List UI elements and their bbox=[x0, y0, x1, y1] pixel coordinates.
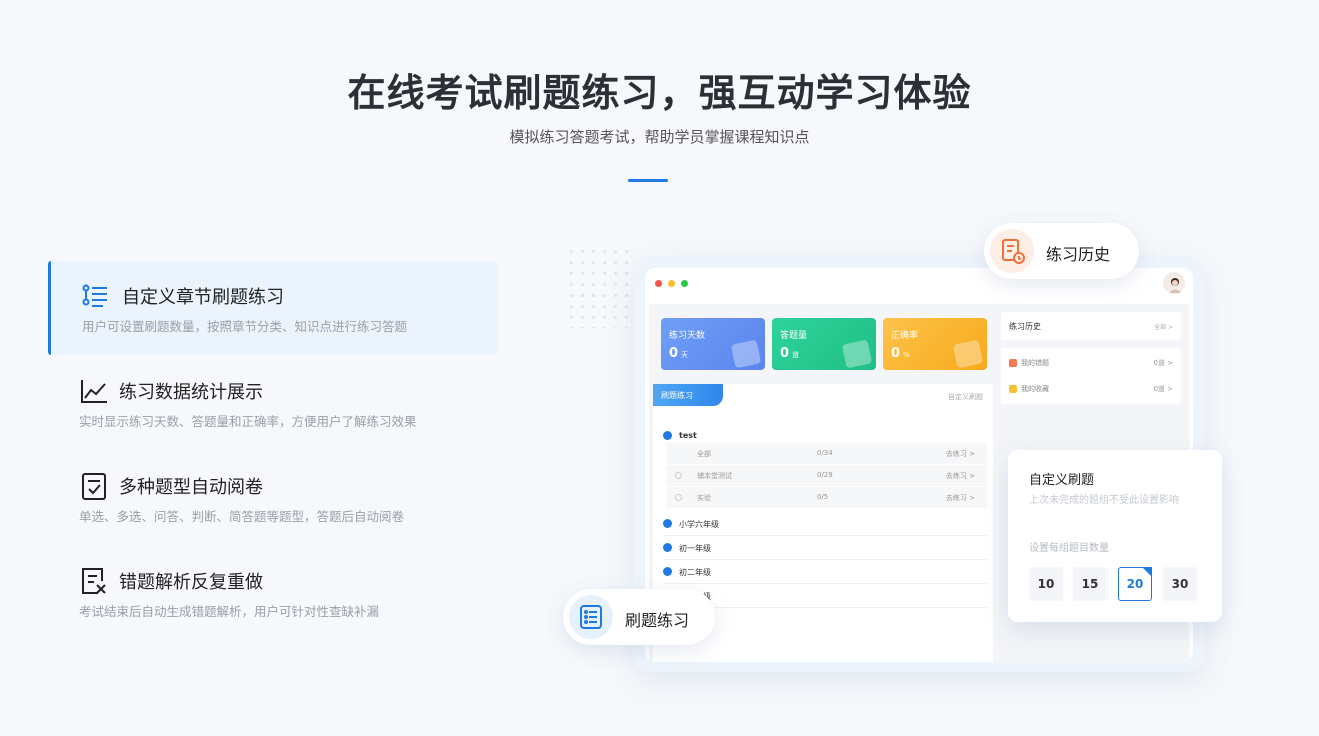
window-minimize-dot bbox=[668, 280, 675, 287]
window-maximize-dot bbox=[681, 280, 688, 287]
custom-practice-popup: 自定义刷题 上次未完成的题组不受此设置影响 设置每组题目数量 10 15 20 … bbox=[1008, 450, 1222, 622]
go-practice-link[interactable]: 去练习 > bbox=[946, 471, 975, 481]
feature-desc: 考试结束后自动生成错题解析，用户可针对性查缺补漏 bbox=[79, 604, 380, 619]
subcategory-progress: 0/5 bbox=[817, 493, 829, 501]
category-row[interactable]: 初一年级 bbox=[663, 536, 988, 560]
document-icon bbox=[841, 339, 873, 369]
custom-practice-link[interactable]: 自定义刷题 bbox=[948, 392, 983, 402]
circle-icon bbox=[675, 494, 682, 501]
note-icon bbox=[952, 339, 984, 369]
practice-badge-label: 刷题练习 bbox=[625, 611, 690, 630]
category-label: 小学六年级 bbox=[679, 520, 719, 529]
category-row[interactable]: 初二年级 bbox=[663, 560, 988, 584]
subcategory-row[interactable]: 实验 0/5 去练习 > bbox=[667, 487, 987, 508]
feature-title: 错题解析反复重做 bbox=[119, 572, 263, 593]
feature-title: 多种题型自动阅卷 bbox=[119, 477, 263, 498]
chevron-down-icon bbox=[663, 543, 672, 552]
subcategory-name: 实验 bbox=[697, 494, 711, 502]
subcategory-progress: 0/34 bbox=[817, 449, 833, 457]
stat-label: 答题量 bbox=[780, 331, 808, 341]
calendar-icon bbox=[730, 339, 762, 369]
stat-value: 0道 bbox=[780, 346, 800, 361]
circle-icon bbox=[675, 472, 682, 479]
wrong-doc-icon bbox=[80, 567, 108, 595]
feature-desc: 单选、多选、问答、判断、简答题等题型，答题后自动阅卷 bbox=[79, 509, 405, 524]
category-label: 初一年级 bbox=[679, 544, 711, 553]
favorites-count: 0道 > bbox=[1153, 385, 1173, 393]
feature-desc: 用户可设置刷题数量，按照章节分类、知识点进行练习答题 bbox=[82, 319, 408, 334]
subcategory-row[interactable]: 辅本堂测试 0/29 去练习 > bbox=[667, 465, 987, 486]
category-label: 初二年级 bbox=[679, 568, 711, 577]
history-badge[interactable]: 练习历史 bbox=[984, 223, 1139, 279]
go-practice-link[interactable]: 去练习 > bbox=[946, 493, 975, 503]
count-option-15[interactable]: 15 bbox=[1073, 567, 1107, 601]
feature-item-wrong-questions[interactable]: 错题解析反复重做 考试结束后自动生成错题解析，用户可针对性查缺补漏 bbox=[48, 546, 498, 640]
list-steps-icon bbox=[81, 282, 109, 310]
avatar[interactable] bbox=[1163, 272, 1185, 294]
feature-title: 练习数据统计展示 bbox=[119, 382, 263, 403]
tab-practice[interactable]: 刷题练习 bbox=[653, 384, 723, 406]
history-title: 练习历史 bbox=[1009, 322, 1041, 331]
wrong-icon bbox=[1009, 359, 1017, 367]
count-option-10[interactable]: 10 bbox=[1029, 567, 1063, 601]
feature-item-custom-chapter[interactable]: 自定义章节刷题练习 用户可设置刷题数量，按照章节分类、知识点进行练习答题 bbox=[48, 261, 498, 355]
chevron-down-icon bbox=[663, 519, 672, 528]
category-row[interactable]: 小学六年级 bbox=[663, 512, 988, 536]
practice-list-icon bbox=[569, 595, 613, 639]
history-card[interactable]: 练习历史 全部 > bbox=[1001, 312, 1181, 340]
stat-value: 0% bbox=[891, 346, 910, 361]
wrong-questions-row[interactable]: 我的错题 bbox=[1009, 358, 1049, 368]
stat-card-answers: 答题量 0道 bbox=[772, 318, 876, 370]
count-option-30[interactable]: 30 bbox=[1163, 567, 1197, 601]
star-icon bbox=[1009, 385, 1017, 393]
feature-item-stats[interactable]: 练习数据统计展示 实时显示练习天数、答题量和正确率，方便用户了解练习效果 bbox=[48, 356, 498, 450]
stat-label: 练习天数 bbox=[669, 331, 706, 341]
checklist-icon bbox=[80, 472, 108, 500]
subcategory-progress: 0/29 bbox=[817, 471, 833, 479]
stat-card-days: 练习天数 0天 bbox=[661, 318, 765, 370]
stat-value: 0天 bbox=[669, 346, 689, 361]
chevron-up-icon bbox=[663, 431, 672, 440]
popup-hint: 设置每组题目数量 bbox=[1029, 543, 1109, 554]
title-divider bbox=[628, 179, 668, 182]
subcategory-name: 全部 bbox=[697, 450, 711, 458]
go-practice-link[interactable]: 去练习 > bbox=[946, 449, 975, 459]
favorites-row[interactable]: 我的收藏 bbox=[1009, 384, 1049, 394]
popup-title: 自定义刷题 bbox=[1029, 473, 1095, 488]
wrong-count: 0道 > bbox=[1153, 359, 1173, 367]
subcategory-row[interactable]: 全部 0/34 去练习 > bbox=[667, 443, 987, 464]
feature-item-auto-grading[interactable]: 多种题型自动阅卷 单选、多选、问答、判断、简答题等题型，答题后自动阅卷 bbox=[48, 451, 498, 545]
chevron-down-icon bbox=[663, 567, 672, 576]
page-title: 在线考试刷题练习，强互动学习体验 bbox=[347, 71, 972, 115]
subcategory-name: 辅本堂测试 bbox=[697, 472, 732, 480]
line-chart-icon bbox=[80, 377, 108, 405]
stat-card-accuracy: 正确率 0% bbox=[883, 318, 987, 370]
stat-label: 正确率 bbox=[891, 331, 919, 341]
category-label: test bbox=[679, 431, 697, 440]
history-doc-icon bbox=[990, 229, 1034, 273]
collection-card: 我的错题 0道 > 我的收藏 0道 > bbox=[1001, 348, 1181, 404]
history-badge-label: 练习历史 bbox=[1046, 245, 1111, 264]
history-more-link[interactable]: 全部 > bbox=[1154, 322, 1173, 331]
practice-badge[interactable]: 刷题练习 bbox=[563, 589, 715, 645]
feature-desc: 实时显示练习天数、答题量和正确率，方便用户了解练习效果 bbox=[79, 414, 417, 429]
dot-pattern-decoration bbox=[566, 246, 636, 328]
count-option-20[interactable]: 20 bbox=[1118, 567, 1152, 601]
popup-subtitle: 上次未完成的题组不受此设置影响 bbox=[1029, 495, 1179, 506]
window-close-dot bbox=[655, 280, 662, 287]
page-subtitle: 模拟练习答题考试，帮助学员掌握课程知识点 bbox=[509, 128, 810, 146]
feature-title: 自定义章节刷题练习 bbox=[122, 287, 284, 308]
